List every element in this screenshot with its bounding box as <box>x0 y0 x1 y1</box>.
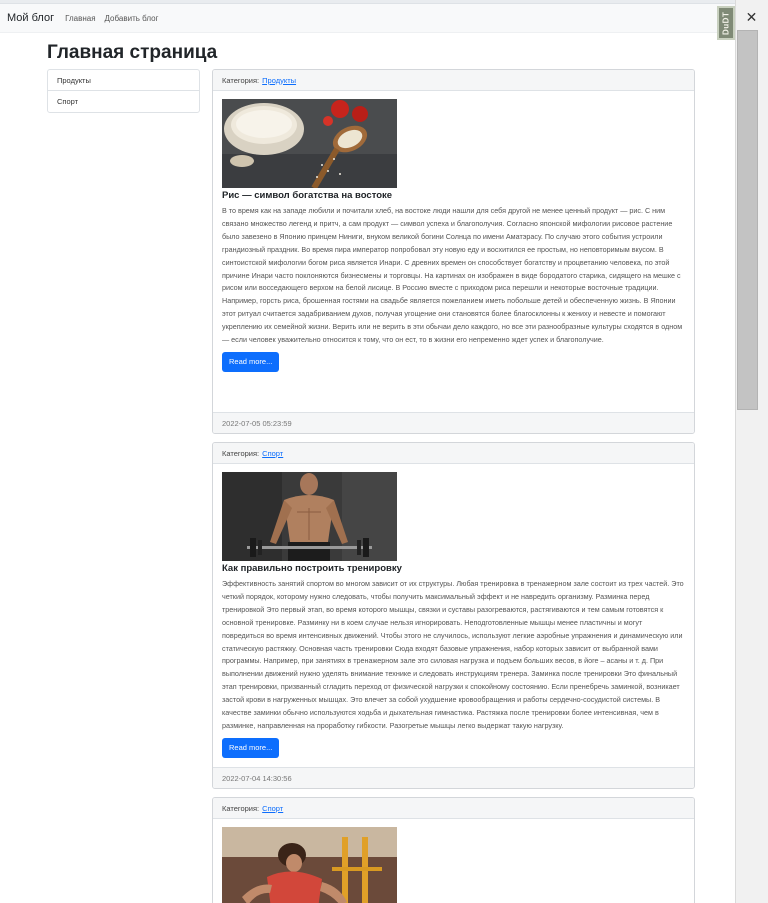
rice-bowl-photo <box>222 99 397 188</box>
post-card: Категория: Спорт Как правильно построить… <box>212 442 695 789</box>
category-prefix: Категория: <box>222 803 260 813</box>
post-date-footer: 2022-07-04 14:30:56 <box>213 767 694 788</box>
read-more-button[interactable]: Read more... <box>222 737 280 758</box>
category-link[interactable]: Продукты <box>262 76 296 85</box>
post-card: Категория: Спорт <box>212 797 695 903</box>
navbar-brand[interactable]: Мой блог <box>7 12 54 24</box>
navbar: Мой блог Главная Добавить блог <box>0 4 735 33</box>
post-title[interactable]: Как правильно построить тренировку <box>222 563 685 574</box>
nav-link-home[interactable]: Главная <box>65 14 95 23</box>
sidebar-item-sport[interactable]: Спорт <box>48 91 199 112</box>
page-title: Главная страница <box>47 42 218 63</box>
post-text: Эффективность занятий спортом во многом … <box>222 579 684 730</box>
close-icon[interactable]: ✕ <box>735 6 768 28</box>
post-text: В то время как на западе любили и почита… <box>222 206 683 345</box>
post-title[interactable]: Рис — символ богатства на востоке <box>222 190 685 201</box>
category-prefix: Категория: <box>222 448 260 458</box>
category-prefix: Категория: <box>222 75 260 85</box>
category-link[interactable]: Спорт <box>262 804 283 813</box>
athlete-barbell-photo <box>222 472 397 561</box>
woman-workout-photo <box>222 827 397 903</box>
post-card: Категория: Продукты Рис — символ богатст… <box>212 69 695 434</box>
read-more-button[interactable]: Read more... <box>222 351 280 372</box>
category-link[interactable]: Спорт <box>262 449 283 458</box>
post-body: Как правильно построить тренировку Эффек… <box>213 464 694 766</box>
nav-link-add-blog[interactable]: Добавить блог <box>105 14 159 23</box>
post-category-header: Категория: Спорт <box>213 443 694 464</box>
post-body: Рис — символ богатства на востоке В то в… <box>213 91 694 380</box>
scrollbar-thumb[interactable] <box>737 30 758 410</box>
post-date-footer: 2022-07-05 05:23:59 <box>213 412 694 433</box>
sidebar-item-products[interactable]: Продукты <box>48 70 199 91</box>
post-category-header: Категория: Продукты <box>213 70 694 91</box>
browser-window: Мой блог Главная Добавить блог Главная с… <box>0 0 735 903</box>
category-sidebar: Продукты Спорт <box>47 69 200 113</box>
post-body <box>213 819 694 903</box>
extension-badge[interactable]: DuDT <box>717 6 735 40</box>
post-category-header: Категория: Спорт <box>213 798 694 819</box>
